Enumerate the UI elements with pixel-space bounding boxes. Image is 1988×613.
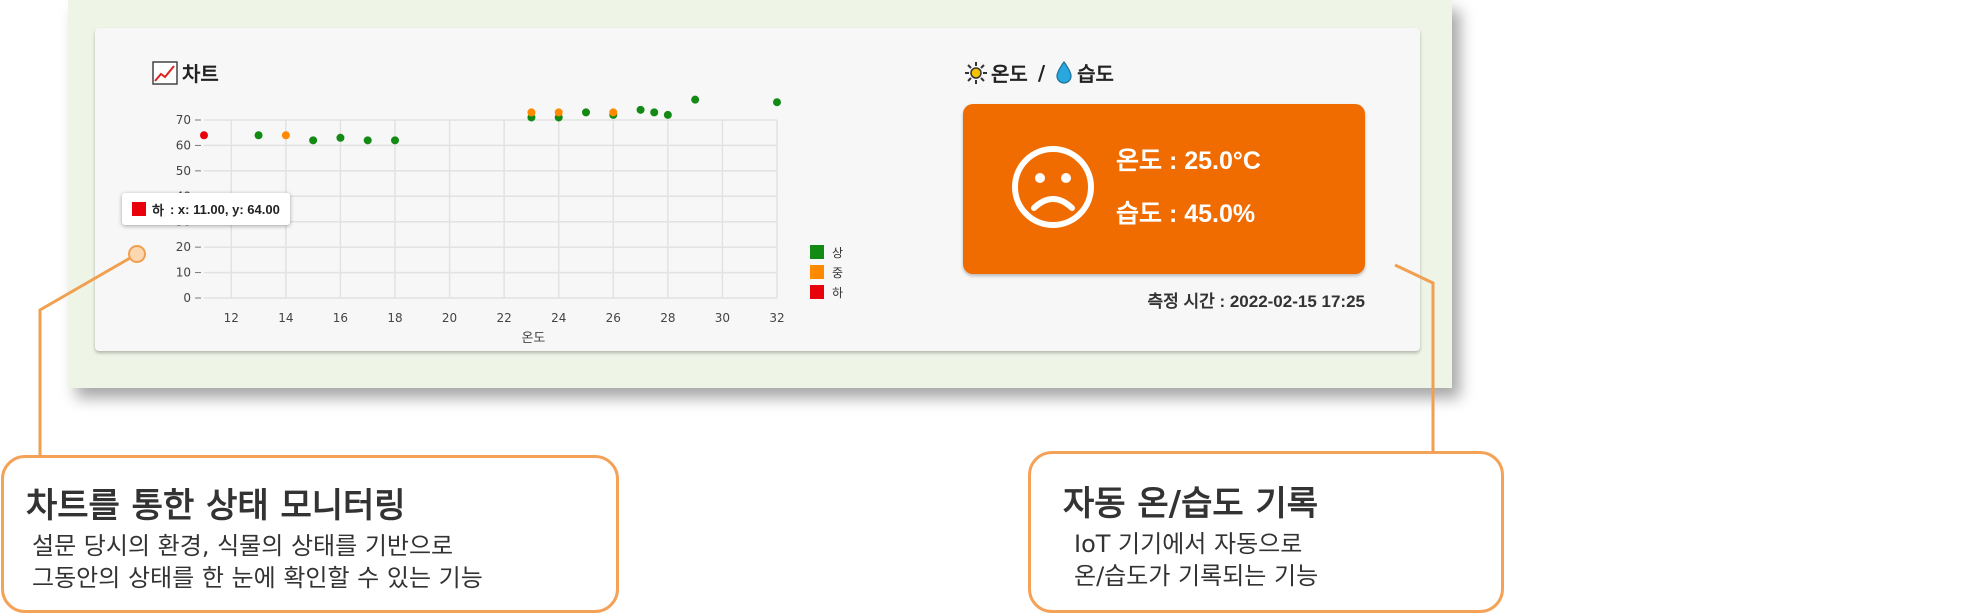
callout-left-title: 차트를 통한 상태 모니터링: [26, 486, 406, 526]
callout-right-line2: 온/습도가 기록되는 기능: [1074, 562, 1319, 590]
left-connector-line: [38, 252, 138, 457]
callout-left-desc: 설문 당시의 환경, 식물의 상태를 기반으로 그동안의 상태를 한 눈에 확인…: [32, 530, 483, 594]
callout-auto-record: 자동 온/습도 기록 IoT 기기에서 자동으로 온/습도가 기록되는 기능: [1028, 451, 1504, 613]
callout-left-line1: 설문 당시의 환경, 식물의 상태를 기반으로: [32, 532, 454, 560]
callout-left-line2: 그동안의 상태를 한 눈에 확인할 수 있는 기능: [32, 564, 483, 592]
callout-right-line1: IoT 기기에서 자동으로: [1074, 530, 1303, 558]
callout-chart-monitoring: 차트를 통한 상태 모니터링 설문 당시의 환경, 식물의 상태를 기반으로 그…: [1, 455, 619, 613]
callout-right-desc: IoT 기기에서 자동으로 온/습도가 기록되는 기능: [1074, 528, 1318, 592]
left-connector-dot: [128, 245, 146, 263]
right-connector-line: [1394, 263, 1435, 452]
callout-right-title: 자동 온/습도 기록: [1063, 484, 1319, 524]
